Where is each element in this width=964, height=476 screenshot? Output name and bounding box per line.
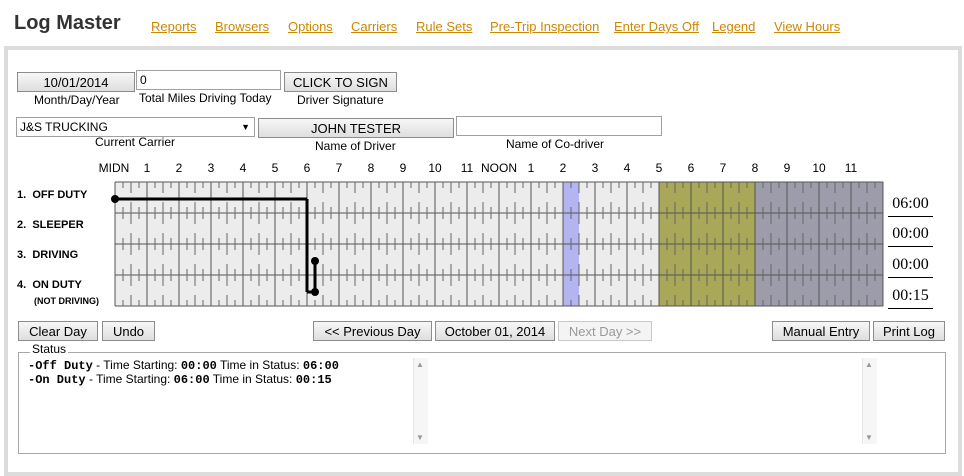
scroll-up-icon[interactable]: ▲ — [865, 360, 873, 369]
status-entry: -On Duty - Time Starting: 06:00 Time in … — [28, 372, 332, 387]
scroll-down-icon[interactable]: ▼ — [416, 433, 424, 442]
pending-point — [311, 257, 319, 265]
next-day-button[interactable]: Next Day >> — [558, 321, 652, 341]
clear-day-button[interactable]: Clear Day — [18, 321, 98, 341]
total-on-duty: 00:15 — [888, 284, 933, 309]
status-legend: Status — [30, 342, 69, 356]
manual-entry-button[interactable]: Manual Entry — [772, 321, 870, 341]
status-entry: -Off Duty - Time Starting: 00:00 Time in… — [28, 358, 339, 373]
status-scrollbar-left[interactable]: ▲ ▼ — [413, 358, 428, 444]
undo-button[interactable]: Undo — [102, 321, 155, 341]
print-log-button[interactable]: Print Log — [873, 321, 945, 341]
previous-day-button[interactable]: << Previous Day — [313, 321, 432, 341]
scroll-down-icon[interactable]: ▼ — [865, 433, 873, 442]
current-day-button[interactable]: October 01, 2014 — [435, 321, 555, 341]
total-sleeper: 00:00 — [888, 222, 933, 247]
total-off-duty: 06:00 — [888, 192, 933, 217]
status-scrollbar-right[interactable]: ▲ ▼ — [862, 358, 877, 444]
total-driving: 00:00 — [888, 253, 933, 278]
scroll-up-icon[interactable]: ▲ — [416, 360, 424, 369]
